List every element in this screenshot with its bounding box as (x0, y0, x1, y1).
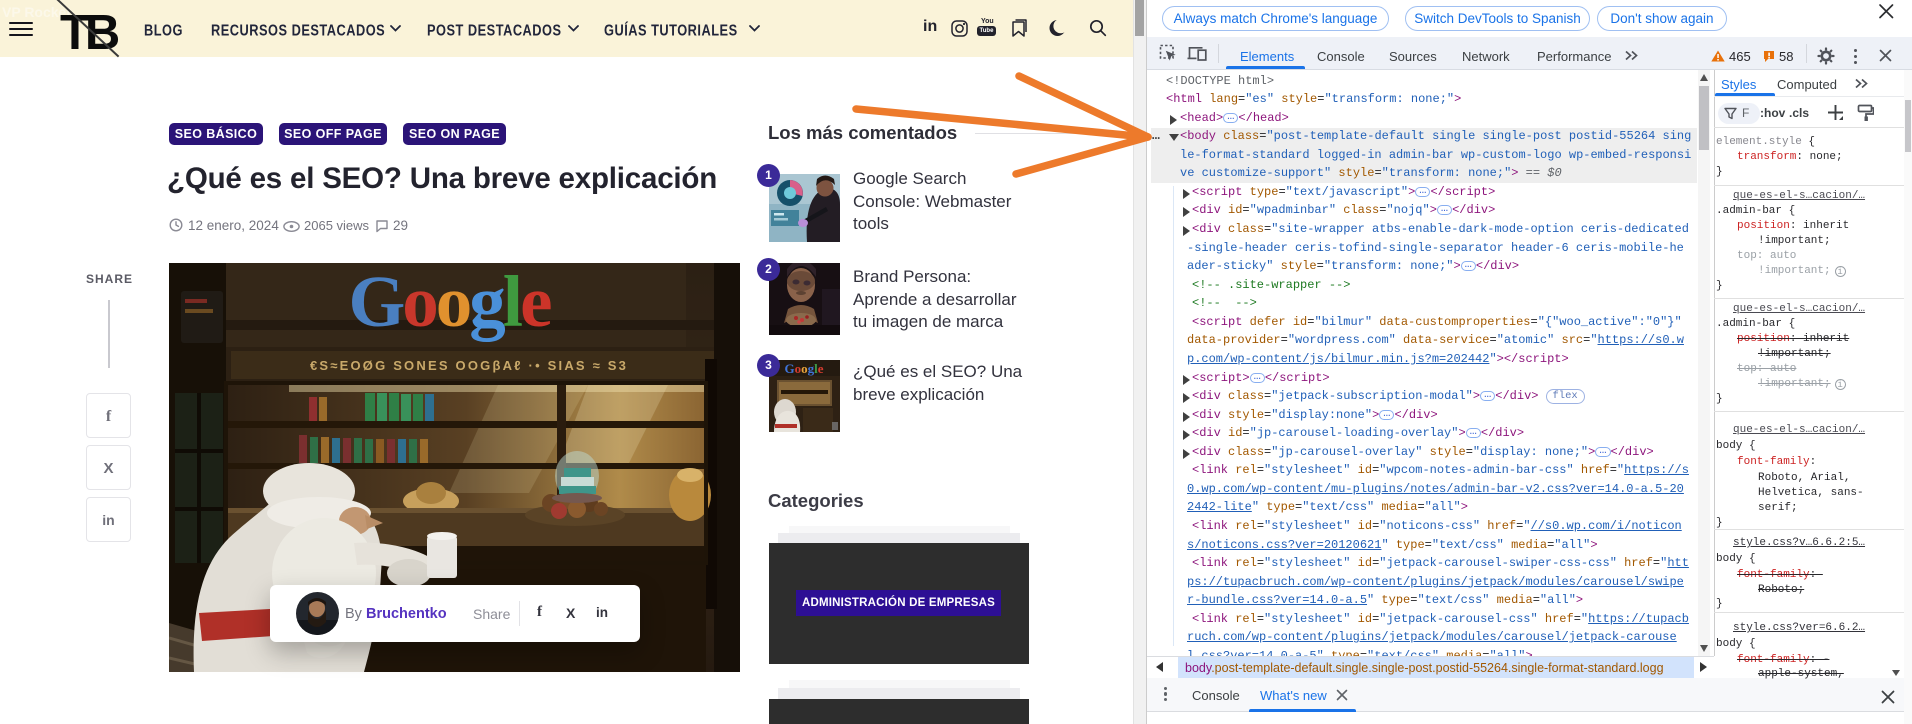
svg-text:Google: Google (784, 361, 823, 376)
svg-text:€S≈EOØG SONES OOGβAℓ ·• SIAS ≈: €S≈EOØG SONES OOGβAℓ ·• SIAS ≈ S3 (310, 358, 628, 373)
svg-text:Google: Google (349, 263, 552, 342)
